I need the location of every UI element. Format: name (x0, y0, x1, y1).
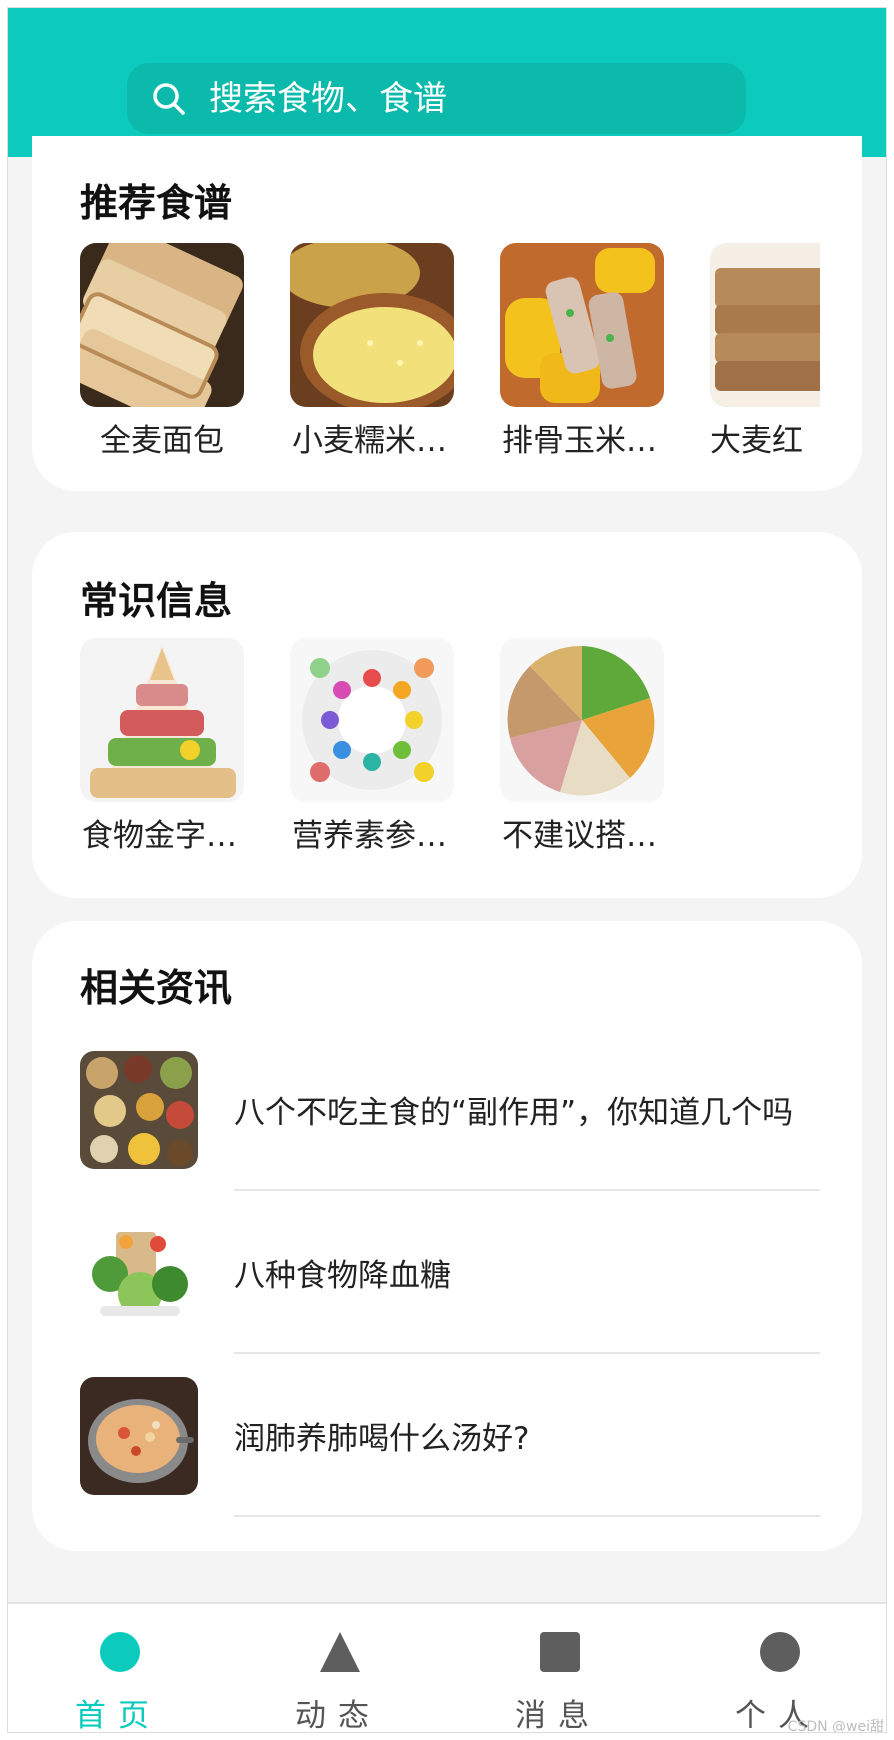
knowledge-card: 常识信息 食物金字… 营养素参… 不建议搭… (32, 532, 862, 898)
knowledge-label: 营养素参… (292, 818, 447, 854)
news-divider (234, 1352, 820, 1354)
news-title: 相关资讯 (80, 966, 233, 1010)
knowledge-title: 常识信息 (80, 579, 233, 623)
news-item-title: 八个不吃主食的“副作用”，你知道几个吗 (234, 1095, 794, 1131)
search-icon (153, 82, 185, 115)
tab-dynamic[interactable]: 动态 (228, 1604, 448, 1733)
tab-profile[interactable]: 个人 (668, 1604, 886, 1732)
square-icon (540, 1632, 580, 1672)
knowledge-item[interactable]: 不建议搭… (500, 638, 664, 855)
triangle-icon (320, 1632, 360, 1672)
recipe-item[interactable]: 小麦糯米… (290, 243, 454, 460)
recipes-list[interactable]: 全麦面包 小麦糯米… 排骨玉米… 大麦红 (80, 243, 820, 460)
news-divider (234, 1515, 820, 1517)
news-card: 相关资讯 八个不吃主食的“副作用”，你知道几个吗 八种食物降血糖 润肺养肺喝什么… (32, 921, 862, 1551)
tab-home[interactable]: 首页 (8, 1604, 228, 1733)
recipe-label: 全麦面包 (100, 423, 224, 459)
recipes-card: 推荐食谱 全麦面包 小麦糯米… 排骨玉米… 大麦红 (32, 136, 862, 491)
watermark: CSDN @wei甜 (787, 1719, 884, 1733)
circle-icon (760, 1632, 800, 1672)
recipe-label: 大麦红 (710, 423, 803, 459)
knowledge-item[interactable]: 食物金字… (80, 638, 244, 855)
knowledge-image-vitamins (290, 638, 454, 802)
recipe-label: 排骨玉米… (502, 423, 657, 459)
tab-messages[interactable]: 消息 (448, 1604, 668, 1733)
knowledge-image-food-combos (500, 638, 664, 802)
bottom-tab-bar: 首页 动态 消息 个人 CSDN @wei甜 (8, 1602, 886, 1733)
news-image-soup (80, 1377, 198, 1495)
recipes-title: 推荐食谱 (80, 181, 233, 225)
recipe-item[interactable]: 大麦红 (710, 243, 820, 460)
knowledge-list[interactable]: 食物金字… 营养素参… 不建议搭… (80, 638, 820, 855)
knowledge-item[interactable]: 营养素参… (290, 638, 454, 855)
news-image-vegetables (80, 1214, 198, 1332)
recipe-item[interactable]: 全麦面包 (80, 243, 244, 460)
recipe-item[interactable]: 排骨玉米… (500, 243, 664, 460)
knowledge-label: 食物金字… (82, 818, 237, 854)
search-bar[interactable] (127, 63, 746, 134)
news-item[interactable]: 八个不吃主食的“副作用”，你知道几个吗 (80, 1051, 820, 1214)
knowledge-image-food-pyramid (80, 638, 244, 802)
recipe-image-crackers (710, 243, 820, 407)
tab-label: 首页 (75, 1698, 161, 1733)
app-frame: 推荐食谱 全麦面包 (7, 7, 887, 1733)
news-divider (234, 1189, 820, 1191)
recipe-image-bread (80, 243, 244, 407)
news-item[interactable]: 润肺养肺喝什么汤好? (80, 1377, 820, 1540)
circle-icon (100, 1632, 140, 1672)
knowledge-label: 不建议搭… (502, 818, 657, 854)
top-header (8, 8, 886, 157)
tab-label: 动态 (295, 1698, 381, 1733)
recipe-image-ribs-corn (500, 243, 664, 407)
news-image-grains (80, 1051, 198, 1169)
news-item-title: 八种食物降血糖 (234, 1258, 451, 1294)
recipe-image-porridge (290, 243, 454, 407)
search-input[interactable] (209, 78, 709, 119)
recipe-label: 小麦糯米… (292, 423, 447, 459)
news-item-title: 润肺养肺喝什么汤好? (234, 1421, 530, 1457)
news-item[interactable]: 八种食物降血糖 (80, 1214, 820, 1377)
tab-label: 消息 (515, 1698, 601, 1733)
